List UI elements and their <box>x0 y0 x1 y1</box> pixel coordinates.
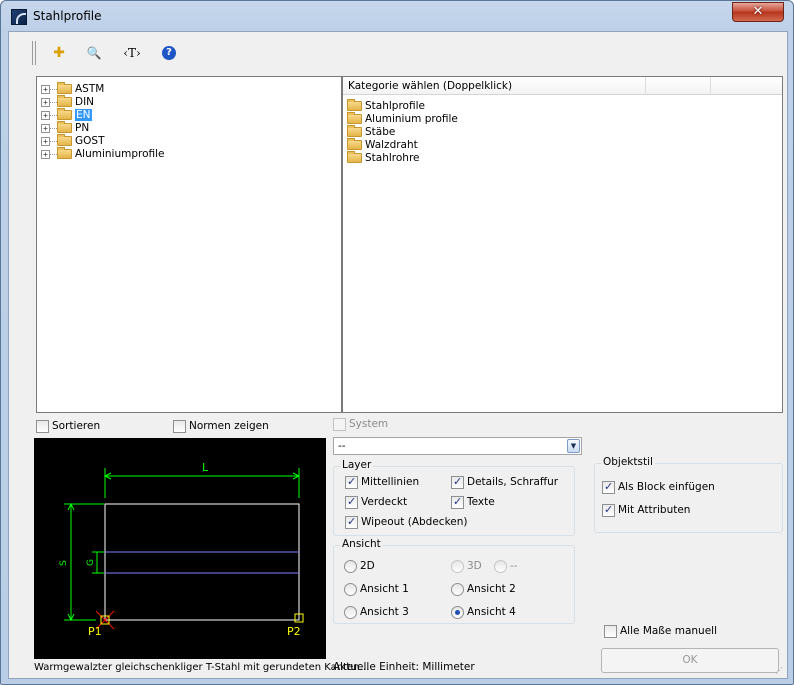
radio-2d[interactable]: 2D <box>344 560 375 574</box>
radio-dash[interactable]: -- <box>494 560 518 574</box>
help-icon: ? <box>162 46 176 60</box>
sort-checkbox[interactable]: Sortieren <box>36 420 100 434</box>
dim-g-label: G <box>86 559 96 566</box>
ansicht-group: Ansicht 2D 3D -- Ansicht 1 Ansicht 2 Ans… <box>333 538 575 624</box>
list-item-walzdraht[interactable]: Walzdraht <box>347 138 418 151</box>
tree-item-gost[interactable]: + GOST <box>41 134 104 147</box>
expand-icon[interactable]: + <box>41 110 50 120</box>
resize-grip[interactable]: ⋰ <box>775 666 785 676</box>
ok-button[interactable]: OK <box>601 648 779 673</box>
profile-preview: L S G P1 P2 <box>34 438 326 659</box>
list-item-staebe[interactable]: Stäbe <box>347 125 395 138</box>
folder-icon <box>347 151 362 163</box>
system-checkbox[interactable]: System <box>333 418 388 432</box>
chevron-down-icon[interactable]: ▼ <box>567 439 580 453</box>
mittellinien-checkbox[interactable]: Mittellinien <box>345 475 419 490</box>
norm-tree[interactable]: + ASTM + DIN + EN + PN + GOST + Aluminiumprofi… <box>36 76 342 413</box>
profile-outline <box>104 503 300 621</box>
radio-3d[interactable]: 3D <box>451 560 482 574</box>
close-button[interactable]: ✕ <box>732 2 784 22</box>
folder-icon <box>57 147 72 159</box>
tree-item-pn[interactable]: + PN <box>41 121 89 134</box>
checkbox-box <box>36 420 49 433</box>
category-list[interactable]: Kategorie wählen (Doppelklick) Stahlprof… <box>342 76 783 413</box>
system-dropdown[interactable]: -- ▼ <box>333 437 582 455</box>
tree-item-din[interactable]: + DIN <box>41 95 94 108</box>
folder-icon <box>57 82 72 94</box>
dialog-body: ✚ 🔍 ‹T› ? +ASTM +DIN +EN +PN +GOST <box>8 31 788 679</box>
objektstil-group: Objektstil Als Block einfügen Mit Attrib… <box>594 456 783 533</box>
point-label-p2: P2 <box>287 625 301 638</box>
list-item-stahlprofile[interactable]: Stahlprofile <box>347 99 425 112</box>
folder-icon <box>57 134 72 146</box>
open-folder-icon <box>57 108 72 120</box>
mit-attributen-checkbox[interactable]: Mit Attributen <box>602 503 690 518</box>
help-button[interactable]: ? <box>159 44 179 62</box>
stahlprofile-dialog: Stahlprofile ✕ ✚ 🔍 ‹T› ? + ASTM + DIN + EN <box>0 0 794 685</box>
texte-checkbox[interactable]: Texte <box>451 495 495 510</box>
details-schraffur-checkbox[interactable]: Details, Schraffur <box>451 475 558 490</box>
checkbox-box <box>173 420 186 433</box>
title-bar[interactable]: Stahlprofile ✕ <box>1 1 793 31</box>
profile-description: Warmgewalzter gleichschenkliger T-Stahl … <box>34 662 370 673</box>
expand-icon[interactable]: + <box>41 123 50 133</box>
radio-ansicht-1[interactable]: Ansicht 1 <box>344 583 409 597</box>
show-norms-checkbox[interactable]: Normen zeigen <box>173 420 269 434</box>
list-item-aluminium-profile[interactable]: Aluminium profile <box>347 112 458 125</box>
tree-item-aluminiumprofile[interactable]: + Aluminiumprofile <box>41 147 165 160</box>
wipeout-checkbox[interactable]: Wipeout (Abdecken) <box>345 515 468 530</box>
folder-icon <box>57 95 72 107</box>
window-title: Stahlprofile <box>33 9 102 23</box>
expand-icon[interactable]: + <box>41 149 50 159</box>
point-label-p1: P1 <box>88 625 102 638</box>
checkbox-box <box>333 418 346 431</box>
toolbar: ✚ 🔍 ‹T› ? <box>9 32 787 72</box>
folder-icon <box>347 125 362 137</box>
folder-icon <box>57 121 72 133</box>
folder-icon <box>347 138 362 150</box>
radio-ansicht-3[interactable]: Ansicht 3 <box>344 606 409 620</box>
expand-icon[interactable]: + <box>41 84 50 94</box>
dim-s-label: S <box>59 560 69 566</box>
expand-icon[interactable]: + <box>41 136 50 146</box>
tree-item-en[interactable]: + EN <box>41 108 92 121</box>
profile-drawing: L S G P1 P2 <box>59 461 304 638</box>
tree-item-astm[interactable]: + ASTM <box>41 82 104 95</box>
list-column-header[interactable]: Kategorie wählen (Doppelklick) <box>343 77 782 95</box>
app-icon <box>11 9 27 25</box>
radio-ansicht-2[interactable]: Ansicht 2 <box>451 583 516 597</box>
expand-icon[interactable]: + <box>41 97 50 107</box>
unit-status: Aktuelle Einheit: Millimeter <box>333 661 475 673</box>
folder-icon <box>347 99 362 111</box>
add-icon[interactable]: ✚ <box>49 44 69 62</box>
folder-icon <box>347 112 362 124</box>
find-icon[interactable]: 🔍 <box>84 44 104 62</box>
als-block-checkbox[interactable]: Als Block einfügen <box>602 480 715 495</box>
toolbar-grip[interactable] <box>32 41 36 65</box>
alle-masse-checkbox[interactable]: Alle Maße manuell <box>604 625 717 639</box>
verdeckt-checkbox[interactable]: Verdeckt <box>345 495 407 510</box>
list-item-stahlrohre[interactable]: Stahlrohre <box>347 151 420 164</box>
radio-ansicht-4[interactable]: Ansicht 4 <box>451 606 516 620</box>
layer-group: Layer Mittellinien Details, Schraffur Ve… <box>333 459 575 536</box>
text-tag-button[interactable]: ‹T› <box>120 44 144 62</box>
dim-l-label: L <box>202 461 209 474</box>
